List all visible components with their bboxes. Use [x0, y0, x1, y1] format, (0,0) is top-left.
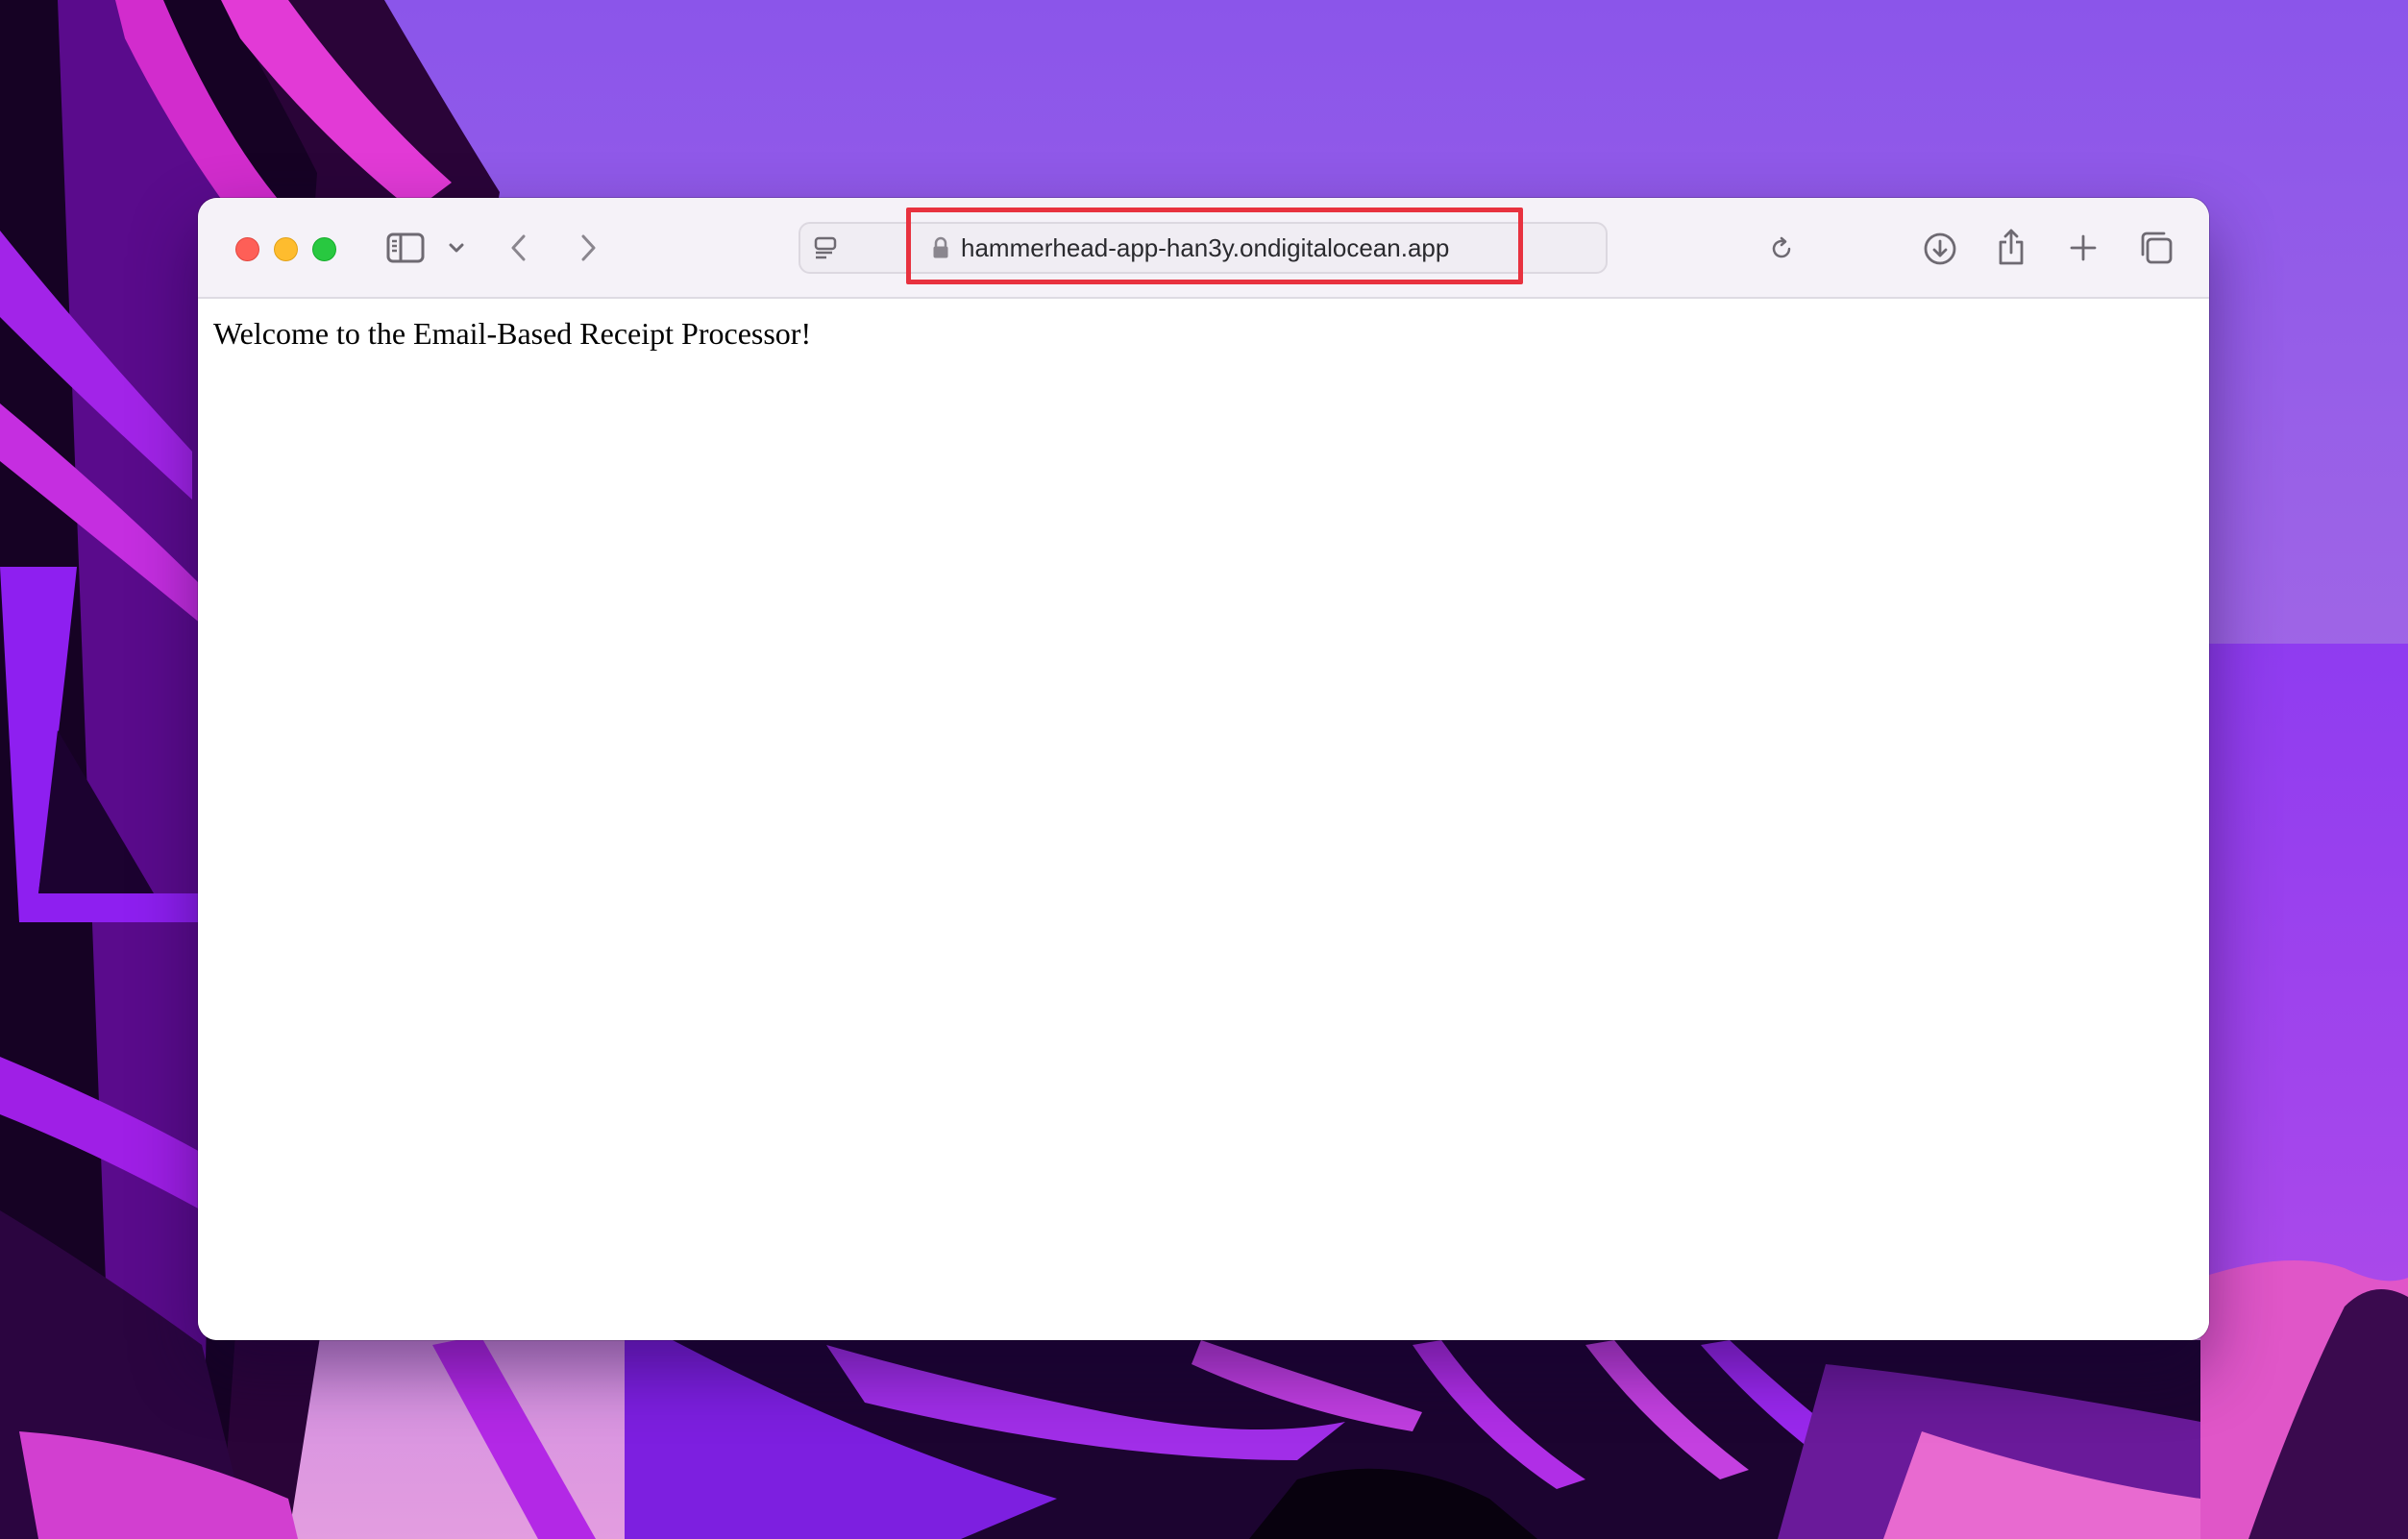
download-icon[interactable] [1922, 231, 1958, 267]
browser-toolbar: hammerhead-app-han3y.ondigitalocean.app [198, 198, 2209, 299]
reload-icon[interactable] [1766, 233, 1797, 264]
minimize-window-button[interactable] [274, 237, 298, 261]
fullscreen-window-button[interactable] [312, 237, 336, 261]
plus-icon[interactable] [2068, 232, 2099, 263]
forward-arrow-icon[interactable] [575, 231, 602, 265]
url-highlight-annotation [906, 208, 1523, 284]
close-window-button[interactable] [235, 237, 259, 261]
chevron-down-icon[interactable] [446, 238, 467, 257]
back-arrow-icon[interactable] [505, 231, 532, 265]
page-menu-icon[interactable] [811, 234, 842, 261]
share-icon[interactable] [1995, 227, 2027, 267]
page-content: Welcome to the Email-Based Receipt Proce… [198, 299, 2209, 1340]
tabs-icon[interactable] [2137, 229, 2175, 267]
sidebar-icon[interactable] [384, 231, 427, 265]
browser-window: hammerhead-app-han3y.ondigitalocean.app [198, 198, 2209, 1340]
welcome-message: Welcome to the Email-Based Receipt Proce… [213, 316, 812, 351]
